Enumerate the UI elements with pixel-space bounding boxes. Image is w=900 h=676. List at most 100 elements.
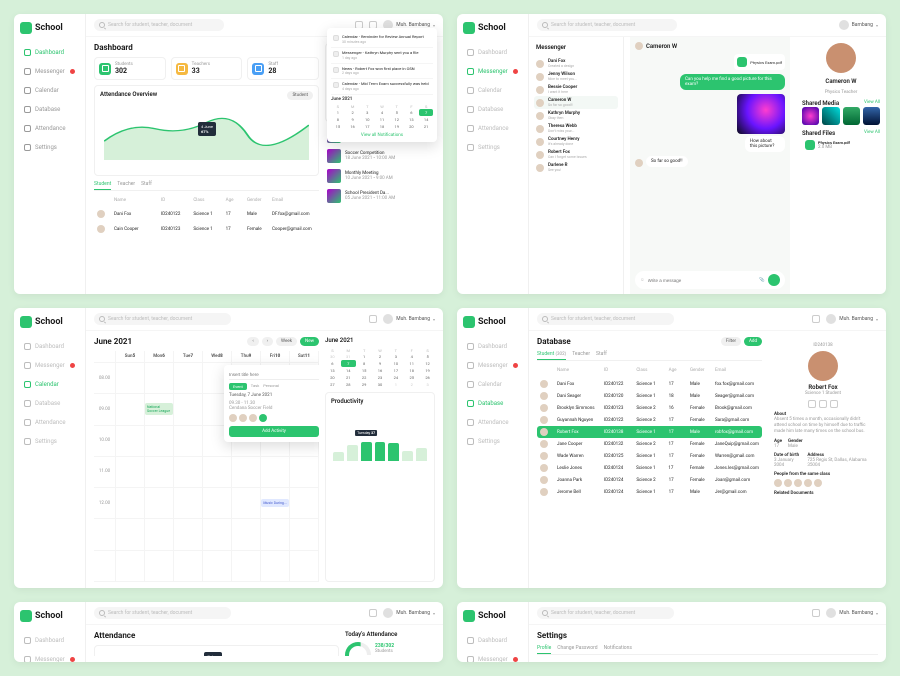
tab-task[interactable]: Task (251, 383, 259, 390)
nav-prev[interactable]: ‹ (247, 337, 258, 346)
event-block[interactable]: Music During... (261, 499, 288, 507)
tab-staff[interactable]: Staff (596, 351, 607, 357)
tab-profile[interactable]: Profile (537, 645, 551, 654)
contact-item[interactable]: Robert FoxCan I forget some issues (534, 148, 618, 161)
event-block[interactable]: National Soccer League (145, 403, 173, 415)
table-row[interactable]: Brooklyn SimmonsID240123Science 216Femal… (537, 402, 762, 414)
table-row[interactable]: Wade WarrenID240125Science 117FemaleWarr… (537, 450, 762, 462)
feed-item[interactable]: Monthly Meeting10 June 2021 • 9:00 AM (325, 166, 435, 186)
table-row[interactable]: Jerome BellID240124Science 117MaleJer@gm… (537, 486, 762, 498)
add-button[interactable]: Add (744, 337, 762, 346)
attach-icon[interactable]: 📎 (759, 278, 765, 283)
media-thumb[interactable] (802, 107, 819, 125)
contact-item[interactable]: Bessie CooperI want it here (534, 83, 618, 96)
nav-messenger[interactable]: Messenger (463, 65, 522, 78)
tab-student[interactable]: Student (302) (537, 351, 566, 360)
tab-teacher[interactable]: Teacher (572, 351, 590, 357)
chat-icon[interactable] (808, 400, 816, 408)
user-menu[interactable]: Bambang▾ (839, 20, 878, 30)
nav-dashboard[interactable]: Dashboard (20, 46, 79, 59)
user-menu[interactable]: Muh. Bambang▾ (826, 608, 878, 618)
nav-dashboard[interactable]: Dashboard (463, 46, 522, 59)
media-thumb[interactable] (843, 107, 860, 125)
media-thumb[interactable] (822, 107, 839, 125)
nav-next[interactable]: › (262, 337, 273, 346)
tab-event[interactable]: Event (229, 383, 247, 390)
notif-item[interactable]: News - Robert Fox won first place in OSN… (331, 64, 433, 80)
table-row[interactable]: Robert FoxID240138Science 117Malerobfox@… (537, 426, 762, 438)
feed-item[interactable]: Soccer Competition18 June 2021 • 10:00 A… (325, 146, 435, 166)
nav-settings[interactable]: Settings (463, 435, 522, 448)
bell-icon[interactable] (369, 609, 377, 617)
search-input[interactable]: Search for student, teacher, document (94, 19, 224, 31)
nav-database[interactable]: Database (20, 103, 79, 116)
filter-button[interactable]: Filter (721, 337, 741, 346)
search-input[interactable]: Search for student, teacher, document (537, 19, 677, 31)
nav-settings[interactable]: Settings (463, 141, 522, 154)
mail-icon[interactable] (830, 400, 838, 408)
table-row[interactable]: Jane CooperID240132Science 217FemaleJane… (537, 438, 762, 450)
event-title-input[interactable] (229, 370, 319, 380)
notif-item[interactable]: Calendar - Mid Term Exam successfully wa… (331, 79, 433, 95)
contact-item[interactable]: Darlene RSee you! (534, 161, 618, 174)
nav-messenger[interactable]: Messenger (463, 653, 522, 662)
contact-item[interactable]: Jenny WilsonNice to meet you... (534, 70, 618, 83)
contact-item[interactable]: Theresa WebbDon't miss your... (534, 122, 618, 135)
nav-calendar[interactable]: Calendar (20, 84, 79, 97)
shared-file[interactable]: Physics Exam.pdf2.0 MB (802, 137, 880, 153)
search-input[interactable]: Search for student, teacher, document (537, 313, 674, 325)
filter-student[interactable]: Student (287, 91, 313, 100)
chat-input[interactable]: ☺ 📎 (635, 271, 785, 289)
contact-item[interactable]: Kathryn MurphyOkay then (534, 109, 618, 122)
user-menu[interactable]: Muh. Bambang▾ (383, 608, 435, 618)
table-row[interactable]: Dani SeagerID240120Science 118MaleSeager… (537, 390, 762, 402)
tab-staff[interactable]: Staff (141, 181, 152, 187)
nav-calendar[interactable]: Calendar (20, 378, 79, 391)
bell-icon[interactable] (812, 609, 820, 617)
nav-database[interactable]: Database (20, 397, 79, 410)
table-row[interactable]: Cain CooperID240123Science 117FemaleCoop… (94, 223, 319, 235)
nav-attendance[interactable]: Attendance (463, 416, 522, 429)
contact-item[interactable]: Dani FoxCreated a design (534, 57, 618, 70)
nav-attendance[interactable]: Attendance (20, 122, 79, 135)
nav-messenger[interactable]: Messenger (20, 653, 79, 662)
table-row[interactable]: Leslie JonesID240124Science 117FemaleJon… (537, 462, 762, 474)
table-row[interactable]: Dani FoxID240122Science 117Malefox.fox@g… (537, 378, 762, 390)
message-input[interactable] (648, 278, 757, 283)
search-input[interactable]: Search for student, teacher, document (94, 607, 231, 619)
user-menu[interactable]: Muh. Bambang▾ (826, 314, 878, 324)
nav-messenger[interactable]: Messenger (20, 359, 79, 372)
tab-personal[interactable]: Personal (263, 383, 279, 390)
nav-dashboard[interactable]: Dashboard (463, 340, 522, 353)
tab-password[interactable]: Change Password (557, 645, 597, 651)
nav-dashboard[interactable]: Dashboard (463, 634, 522, 647)
nav-messenger[interactable]: Messenger (20, 65, 79, 78)
nav-calendar[interactable]: Calendar (463, 378, 522, 391)
tab-student[interactable]: Student (94, 181, 111, 190)
nav-dashboard[interactable]: Dashboard (20, 634, 79, 647)
table-row[interactable]: Dani FoxID240122Science 117MaleDF.fox@gm… (94, 208, 319, 220)
contact-item[interactable]: Cameron WSo far so good!! (534, 96, 618, 109)
nav-database[interactable]: Database (463, 397, 522, 410)
view-toggle[interactable]: Week (276, 337, 297, 346)
tab-teacher[interactable]: Teacher (117, 181, 135, 187)
nav-database[interactable]: Database (463, 103, 522, 116)
nav-messenger[interactable]: Messenger (463, 359, 522, 372)
send-button[interactable] (768, 274, 780, 286)
nav-calendar[interactable]: Calendar (463, 84, 522, 97)
phone-icon[interactable] (819, 400, 827, 408)
table-row[interactable]: Guyannah NguyenID240122Science 217Female… (537, 414, 762, 426)
view-all-link[interactable]: View All (864, 130, 880, 137)
bell-icon[interactable] (369, 315, 377, 323)
notif-item[interactable]: Calendar - Reminder for Review Annual Re… (331, 32, 433, 48)
new-button[interactable]: New (300, 337, 319, 346)
nav-settings[interactable]: Settings (20, 141, 79, 154)
media-thumb[interactable] (863, 107, 880, 125)
search-input[interactable]: Search for student, teacher, document (537, 607, 674, 619)
nav-settings[interactable]: Settings (20, 435, 79, 448)
nav-attendance[interactable]: Attendance (463, 122, 522, 135)
feed-item[interactable]: School President Da...05 June 2021 • 11:… (325, 186, 435, 206)
notif-item[interactable]: Messenger - Kathryn Murphy sent you a fi… (331, 48, 433, 64)
contact-item[interactable]: Courtney HenryIt's already done (534, 135, 618, 148)
bell-icon[interactable] (812, 315, 820, 323)
